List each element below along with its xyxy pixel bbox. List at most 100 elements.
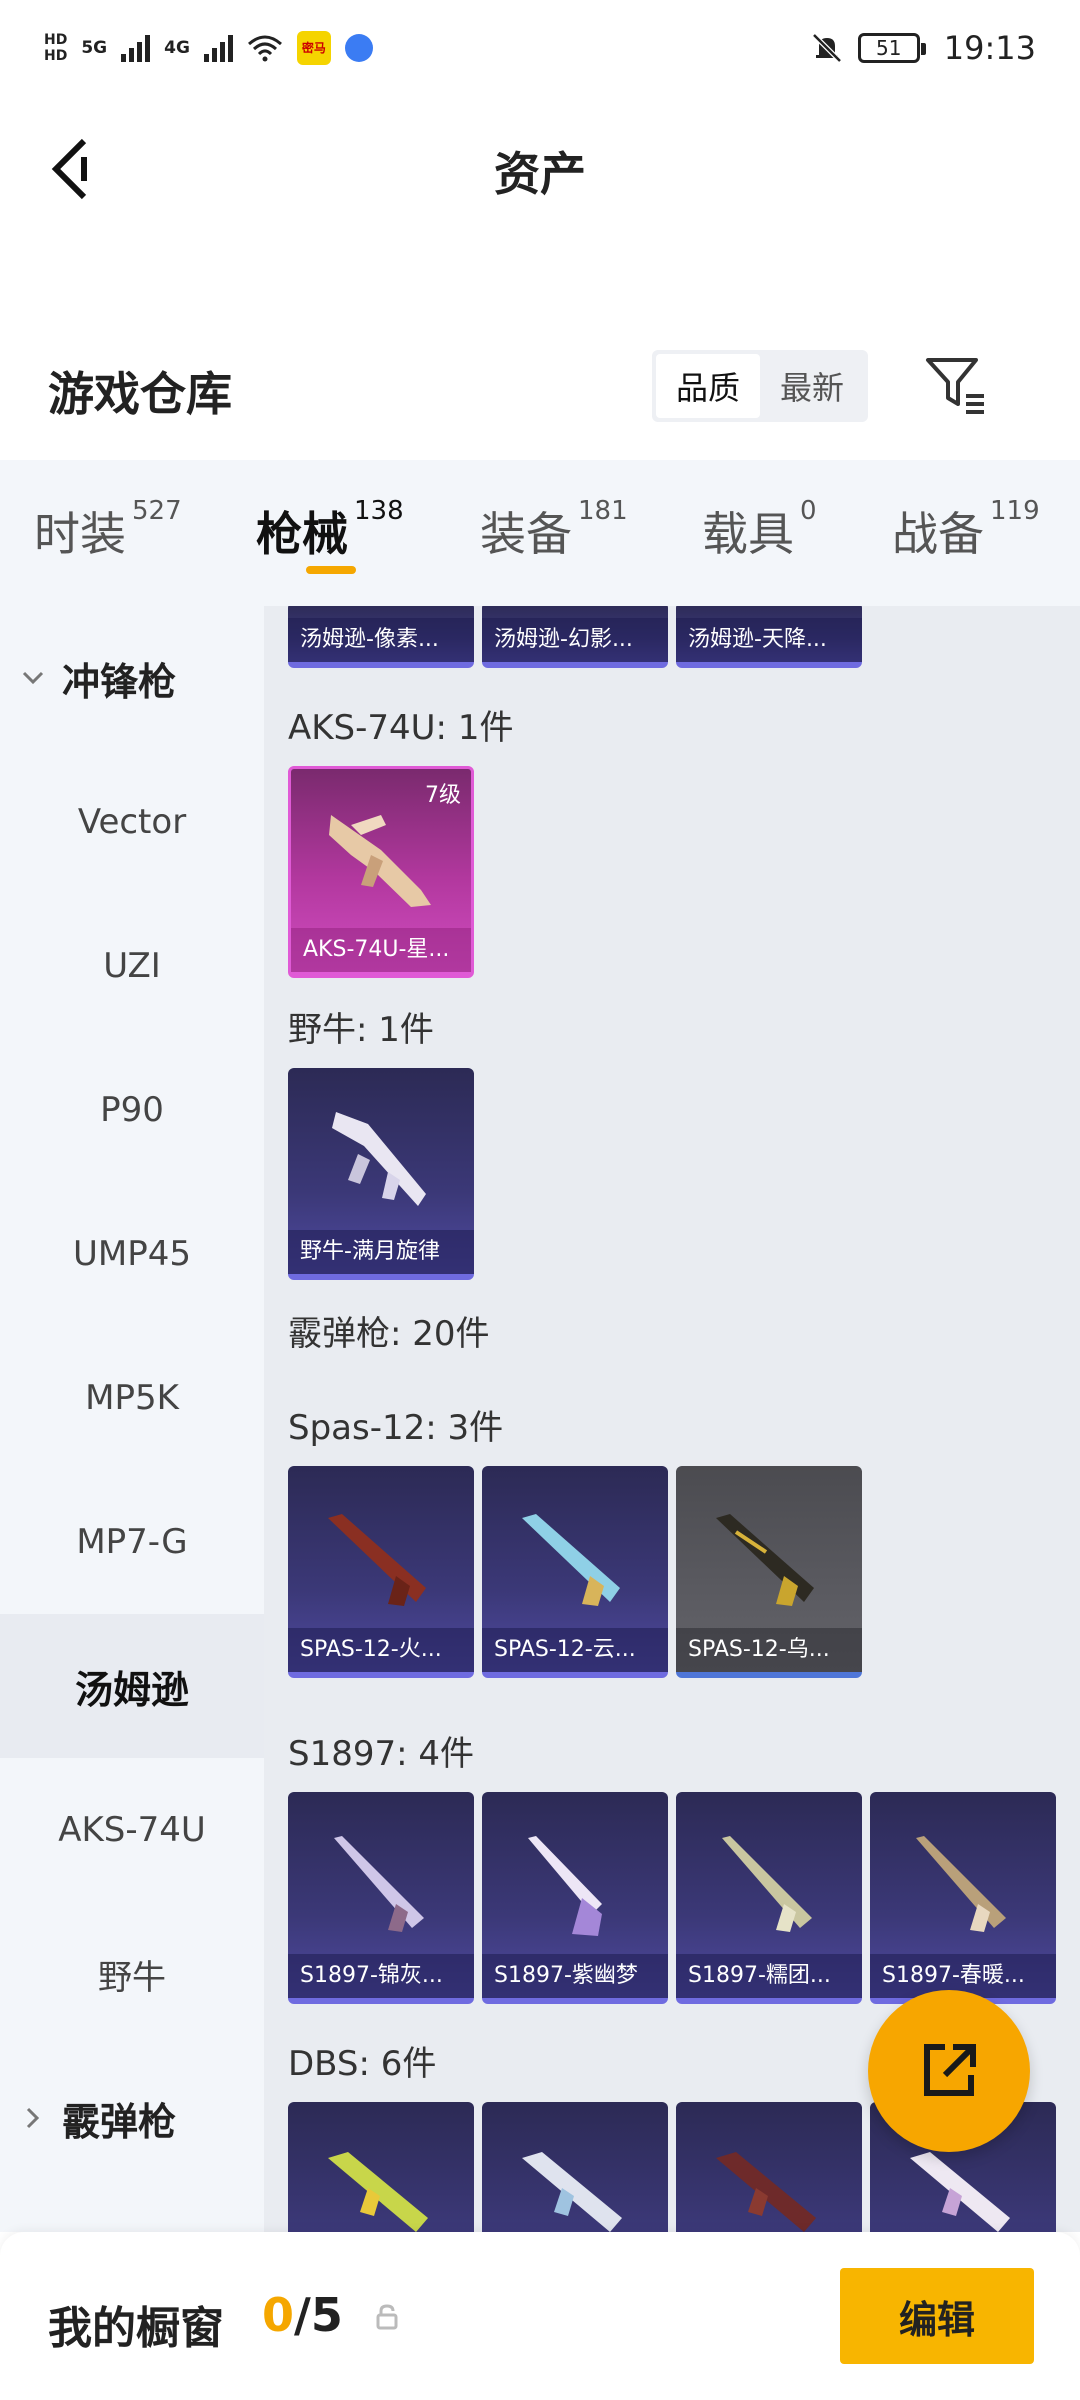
warehouse-header: 游戏仓库 品质 最新 bbox=[0, 330, 1080, 460]
hd-indicator: HD HD bbox=[44, 32, 67, 64]
weapon-card[interactable]: 汤姆逊-幻影... bbox=[482, 606, 668, 668]
tab-label: 枪械 bbox=[256, 507, 348, 561]
weapon-card[interactable]: 汤姆逊-天降... bbox=[676, 606, 862, 668]
sort-toggle: 品质 最新 bbox=[652, 350, 868, 422]
network-4g-label: 4G bbox=[164, 37, 190, 58]
sidebar-group-label: 霰弹枪 bbox=[62, 2099, 177, 2144]
shotgun-skin-image bbox=[716, 1514, 814, 1606]
tab-count: 119 bbox=[990, 496, 1040, 526]
chevron-down-icon bbox=[22, 671, 44, 685]
wifi-icon bbox=[247, 35, 282, 62]
share-button[interactable] bbox=[868, 1990, 1030, 2152]
app-notification-icon: 密马 bbox=[296, 31, 331, 65]
sidebar-group-label: 冲锋枪 bbox=[62, 659, 177, 704]
sort-by-newest[interactable]: 最新 bbox=[760, 354, 864, 418]
weapon-card[interactable]: S1897-春暖... bbox=[870, 1792, 1056, 2004]
signal-icon bbox=[121, 34, 151, 62]
weapon-name: 汤姆逊-天降... bbox=[676, 618, 862, 662]
tab-count: 181 bbox=[578, 496, 628, 526]
tab-count: 527 bbox=[132, 496, 182, 526]
warehouse-title: 游戏仓库 bbox=[48, 367, 232, 421]
weapon-card[interactable]: SPAS-12-火... bbox=[288, 1466, 474, 1678]
weapon-name: SPAS-12-火... bbox=[288, 1628, 474, 1672]
weapon-name: SPAS-12-乌... bbox=[676, 1628, 862, 1672]
shotgun-skin-image bbox=[328, 1514, 426, 1606]
tab-vehicles[interactable]: 载具 0 bbox=[702, 496, 817, 564]
weapon-card[interactable] bbox=[288, 2102, 474, 2232]
tab-supplies[interactable]: 战备 119 bbox=[892, 496, 1040, 564]
showcase-label: 我的橱窗 bbox=[48, 2303, 224, 2354]
signal-icon bbox=[203, 34, 233, 62]
sidebar-group-shotgun[interactable]: 霰弹枪 bbox=[0, 2046, 264, 2190]
filter-button[interactable] bbox=[922, 352, 992, 422]
weapon-card[interactable]: SPAS-12-乌... bbox=[676, 1466, 862, 1678]
sidebar-item-mp7g[interactable]: MP7-G bbox=[0, 1470, 264, 1614]
weapon-name: S1897-锦灰... bbox=[288, 1954, 474, 1998]
shotgun-skin-image bbox=[522, 1514, 620, 1606]
shotgun-skin-image bbox=[528, 1836, 602, 1936]
sidebar-item-ump45[interactable]: UMP45 bbox=[0, 1182, 264, 1326]
battery-indicator: 51 bbox=[857, 33, 926, 63]
filter-icon bbox=[926, 358, 984, 414]
tab-label: 载具 bbox=[702, 507, 794, 561]
weapon-card[interactable]: S1897-糯团... bbox=[676, 1792, 862, 2004]
showcase-count: 0/5 bbox=[262, 2288, 343, 2342]
showcase-total: 5 bbox=[310, 2288, 343, 2342]
sidebar-item-mp5k[interactable]: MP5K bbox=[0, 1326, 264, 1470]
network-5g-label: 5G bbox=[81, 37, 108, 58]
weapon-card[interactable]: 野牛-满月旋律 bbox=[288, 1068, 474, 1280]
hd-label: HD bbox=[44, 48, 68, 64]
weapon-card[interactable] bbox=[676, 2102, 862, 2232]
showcase-separator: / bbox=[294, 2288, 311, 2342]
weapon-name: S1897-糯团... bbox=[676, 1954, 862, 1998]
section-label-shotgun: 霰弹枪: 20件 bbox=[288, 1314, 490, 1354]
sidebar-group-smg[interactable]: 冲锋枪 bbox=[0, 606, 264, 750]
sort-by-quality[interactable]: 品质 bbox=[656, 354, 760, 418]
weapon-card[interactable]: S1897-紫幽梦 bbox=[482, 1792, 668, 2004]
weapon-card[interactable]: 汤姆逊-像素... bbox=[288, 606, 474, 668]
section-label-dbs: DBS: 6件 bbox=[288, 2044, 437, 2084]
tab-label: 装备 bbox=[480, 507, 572, 561]
showcase-current: 0 bbox=[262, 2288, 295, 2342]
tab-label: 时装 bbox=[34, 507, 126, 561]
weapon-name: SPAS-12-云... bbox=[482, 1628, 668, 1672]
weapon-card[interactable] bbox=[482, 2102, 668, 2232]
app-notification-icon bbox=[344, 34, 373, 62]
clock: 19:13 bbox=[943, 29, 1036, 67]
weapon-name: 汤姆逊-像素... bbox=[288, 618, 474, 662]
sidebar-item-vector[interactable]: Vector bbox=[0, 750, 264, 894]
active-tab-indicator bbox=[306, 566, 356, 574]
edit-button[interactable]: 编辑 bbox=[840, 2268, 1034, 2364]
hd-label: HD bbox=[44, 32, 68, 48]
showcase-bar: 我的橱窗 0/5 编辑 bbox=[0, 2232, 1080, 2400]
weapon-name: S1897-紫幽梦 bbox=[482, 1954, 668, 1998]
sidebar-item-bison[interactable]: 野牛 bbox=[0, 1902, 264, 2046]
tab-label: 战备 bbox=[892, 507, 984, 561]
weapon-card[interactable]: 7级 AKS-74U-星... bbox=[288, 766, 474, 978]
sidebar-item-uzi[interactable]: UZI bbox=[0, 894, 264, 1038]
tab-outfits[interactable]: 时装 527 bbox=[34, 496, 182, 564]
weapon-grid: 汤姆逊-像素... 汤姆逊-幻影... 汤姆逊-天降... AKS-74U: 1… bbox=[264, 606, 1080, 2232]
shotgun-skin-image bbox=[722, 1836, 812, 1932]
weapon-card[interactable]: S1897-锦灰... bbox=[288, 1792, 474, 2004]
tab-equipment[interactable]: 装备 181 bbox=[480, 496, 628, 564]
rifle-skin-image bbox=[329, 815, 431, 907]
weapon-name: AKS-74U-星... bbox=[291, 928, 471, 972]
smg-skin-image bbox=[332, 1112, 426, 1206]
section-label-s1897: S1897: 4件 bbox=[288, 1734, 475, 1774]
sidebar-item-aks74u[interactable]: AKS-74U bbox=[0, 1758, 264, 1902]
weapon-card[interactable]: SPAS-12-云... bbox=[482, 1466, 668, 1678]
section-label-bison: 野牛: 1件 bbox=[288, 1010, 434, 1050]
tab-count: 0 bbox=[800, 496, 817, 526]
weapon-type-sidebar: 冲锋枪 Vector UZI P90 UMP45 MP5K MP7-G 汤姆逊 … bbox=[0, 606, 264, 2232]
share-icon bbox=[924, 2044, 976, 2096]
sidebar-item-thompson[interactable]: 汤姆逊 bbox=[0, 1614, 264, 1758]
section-label-aks74u: AKS-74U: 1件 bbox=[288, 708, 514, 748]
lock-icon bbox=[376, 2304, 398, 2330]
page-title: 资产 bbox=[494, 147, 586, 201]
sidebar-item-p90[interactable]: P90 bbox=[0, 1038, 264, 1182]
tab-count: 138 bbox=[354, 496, 404, 526]
shotgun-skin-image bbox=[328, 2152, 428, 2232]
shotgun-skin-image bbox=[916, 1836, 1006, 1932]
tab-guns[interactable]: 枪械 138 bbox=[256, 496, 404, 574]
